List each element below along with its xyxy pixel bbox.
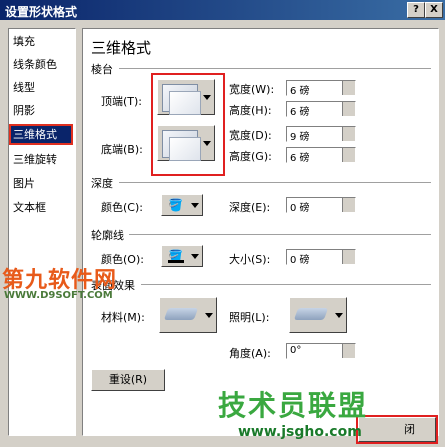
bottom-width-label: 宽度(D): <box>229 129 272 142</box>
spin-up-icon[interactable] <box>342 81 355 88</box>
bevel-top-label: 顶端(T): <box>101 95 143 108</box>
spin-down-icon[interactable] <box>342 134 355 141</box>
bevel-bottom-label: 底端(B): <box>101 143 143 156</box>
contour-size-label: 大小(S): <box>229 253 271 266</box>
spin-up-icon[interactable] <box>342 198 355 205</box>
bottom-width-spinner[interactable]: 9 磅 <box>286 126 356 143</box>
angle-label: 角度(A): <box>229 347 271 360</box>
bottom-height-spinner[interactable]: 6 磅 <box>286 147 356 164</box>
close-icon[interactable]: X <box>425 2 443 18</box>
sidebar-item-shadow[interactable]: 阴影 <box>13 102 71 119</box>
sidebar-item-fill[interactable]: 填充 <box>13 33 71 50</box>
lighting-preview-icon <box>293 308 329 320</box>
color-swatch <box>168 260 184 263</box>
divider <box>129 234 431 235</box>
bevel-section-label: 棱台 <box>91 63 113 76</box>
watermark-url-top: WWW.D9SOFT.COM <box>4 290 113 301</box>
material-label: 材料(M): <box>101 311 145 324</box>
sidebar-item-line-style[interactable]: 线型 <box>13 79 71 96</box>
spinner-value: 0 磅 <box>290 203 310 214</box>
sidebar-item-3d-format[interactable]: 三维格式 <box>9 124 73 145</box>
depth-section-label: 深度 <box>91 177 113 190</box>
material-dropdown[interactable] <box>159 297 217 333</box>
sidebar-item-3d-rotation[interactable]: 三维旋转 <box>13 151 71 168</box>
spinner-value: 9 磅 <box>290 132 310 143</box>
category-list: 填充 线条颜色 线型 阴影 三维格式 三维旋转 图片 文本框 <box>8 28 76 436</box>
spin-down-icon[interactable] <box>342 205 355 212</box>
spin-up-icon[interactable] <box>342 250 355 257</box>
divider <box>141 284 431 285</box>
spinner-value: 0° <box>290 345 302 356</box>
spin-up-icon[interactable] <box>342 344 355 351</box>
divider <box>119 68 431 69</box>
sidebar-item-line-color[interactable]: 线条颜色 <box>13 56 71 73</box>
lighting-label: 照明(L): <box>229 311 270 324</box>
lighting-dropdown[interactable] <box>289 297 347 333</box>
spinner-value: 0 磅 <box>290 255 310 266</box>
chevron-down-icon <box>335 313 343 318</box>
contour-color-button[interactable]: 🪣 <box>161 245 203 267</box>
chevron-down-icon <box>205 313 213 318</box>
spin-down-icon[interactable] <box>342 88 355 95</box>
depth-color-button[interactable]: 🪣 <box>161 194 203 216</box>
spin-down-icon[interactable] <box>342 257 355 264</box>
spinner-value: 6 磅 <box>290 107 310 118</box>
spin-down-icon[interactable] <box>342 155 355 162</box>
spin-up-icon[interactable] <box>342 102 355 109</box>
watermark-logo-bottom: 技术员联盟 <box>218 389 369 422</box>
reset-button[interactable]: 重设(R) <box>91 369 165 391</box>
contour-section-label: 轮廓线 <box>91 229 124 242</box>
sidebar-item-picture[interactable]: 图片 <box>13 175 71 192</box>
depth-spinner[interactable]: 0 磅 <box>286 197 356 214</box>
panel-title: 三维格式 <box>91 39 152 57</box>
angle-spinner[interactable]: 0° <box>286 343 356 359</box>
highlight-box <box>356 415 438 444</box>
top-width-spinner[interactable]: 6 磅 <box>286 80 356 97</box>
spinner-value: 6 磅 <box>290 86 310 97</box>
divider <box>119 182 431 183</box>
highlight-box <box>151 73 225 176</box>
chevron-down-icon <box>191 254 199 259</box>
depth-color-label: 颜色(C): <box>101 201 143 214</box>
spin-up-icon[interactable] <box>342 127 355 134</box>
spin-down-icon[interactable] <box>342 351 355 358</box>
help-button[interactable]: ? <box>407 2 425 18</box>
watermark-url-bottom: www.jsgho.com <box>238 424 362 440</box>
spin-up-icon[interactable] <box>342 148 355 155</box>
format-panel: 三维格式 棱台 顶端(T): 底端(B): 宽度(W): 6 磅 高度(H): … <box>82 28 439 436</box>
paint-bucket-icon: 🪣 <box>168 198 183 212</box>
material-preview-icon <box>163 308 199 320</box>
chevron-down-icon <box>191 203 199 208</box>
top-height-label: 高度(H): <box>229 104 272 117</box>
spinner-value: 6 磅 <box>290 153 310 164</box>
contour-size-spinner[interactable]: 0 磅 <box>286 249 356 266</box>
sidebar-item-text-box[interactable]: 文本框 <box>13 199 71 216</box>
top-width-label: 宽度(W): <box>229 83 275 96</box>
bottom-height-label: 高度(G): <box>229 150 272 163</box>
depth-label: 深度(E): <box>229 201 271 214</box>
window-title: 设置形状格式 <box>5 5 78 19</box>
top-height-spinner[interactable]: 6 磅 <box>286 101 356 118</box>
spin-down-icon[interactable] <box>342 109 355 116</box>
